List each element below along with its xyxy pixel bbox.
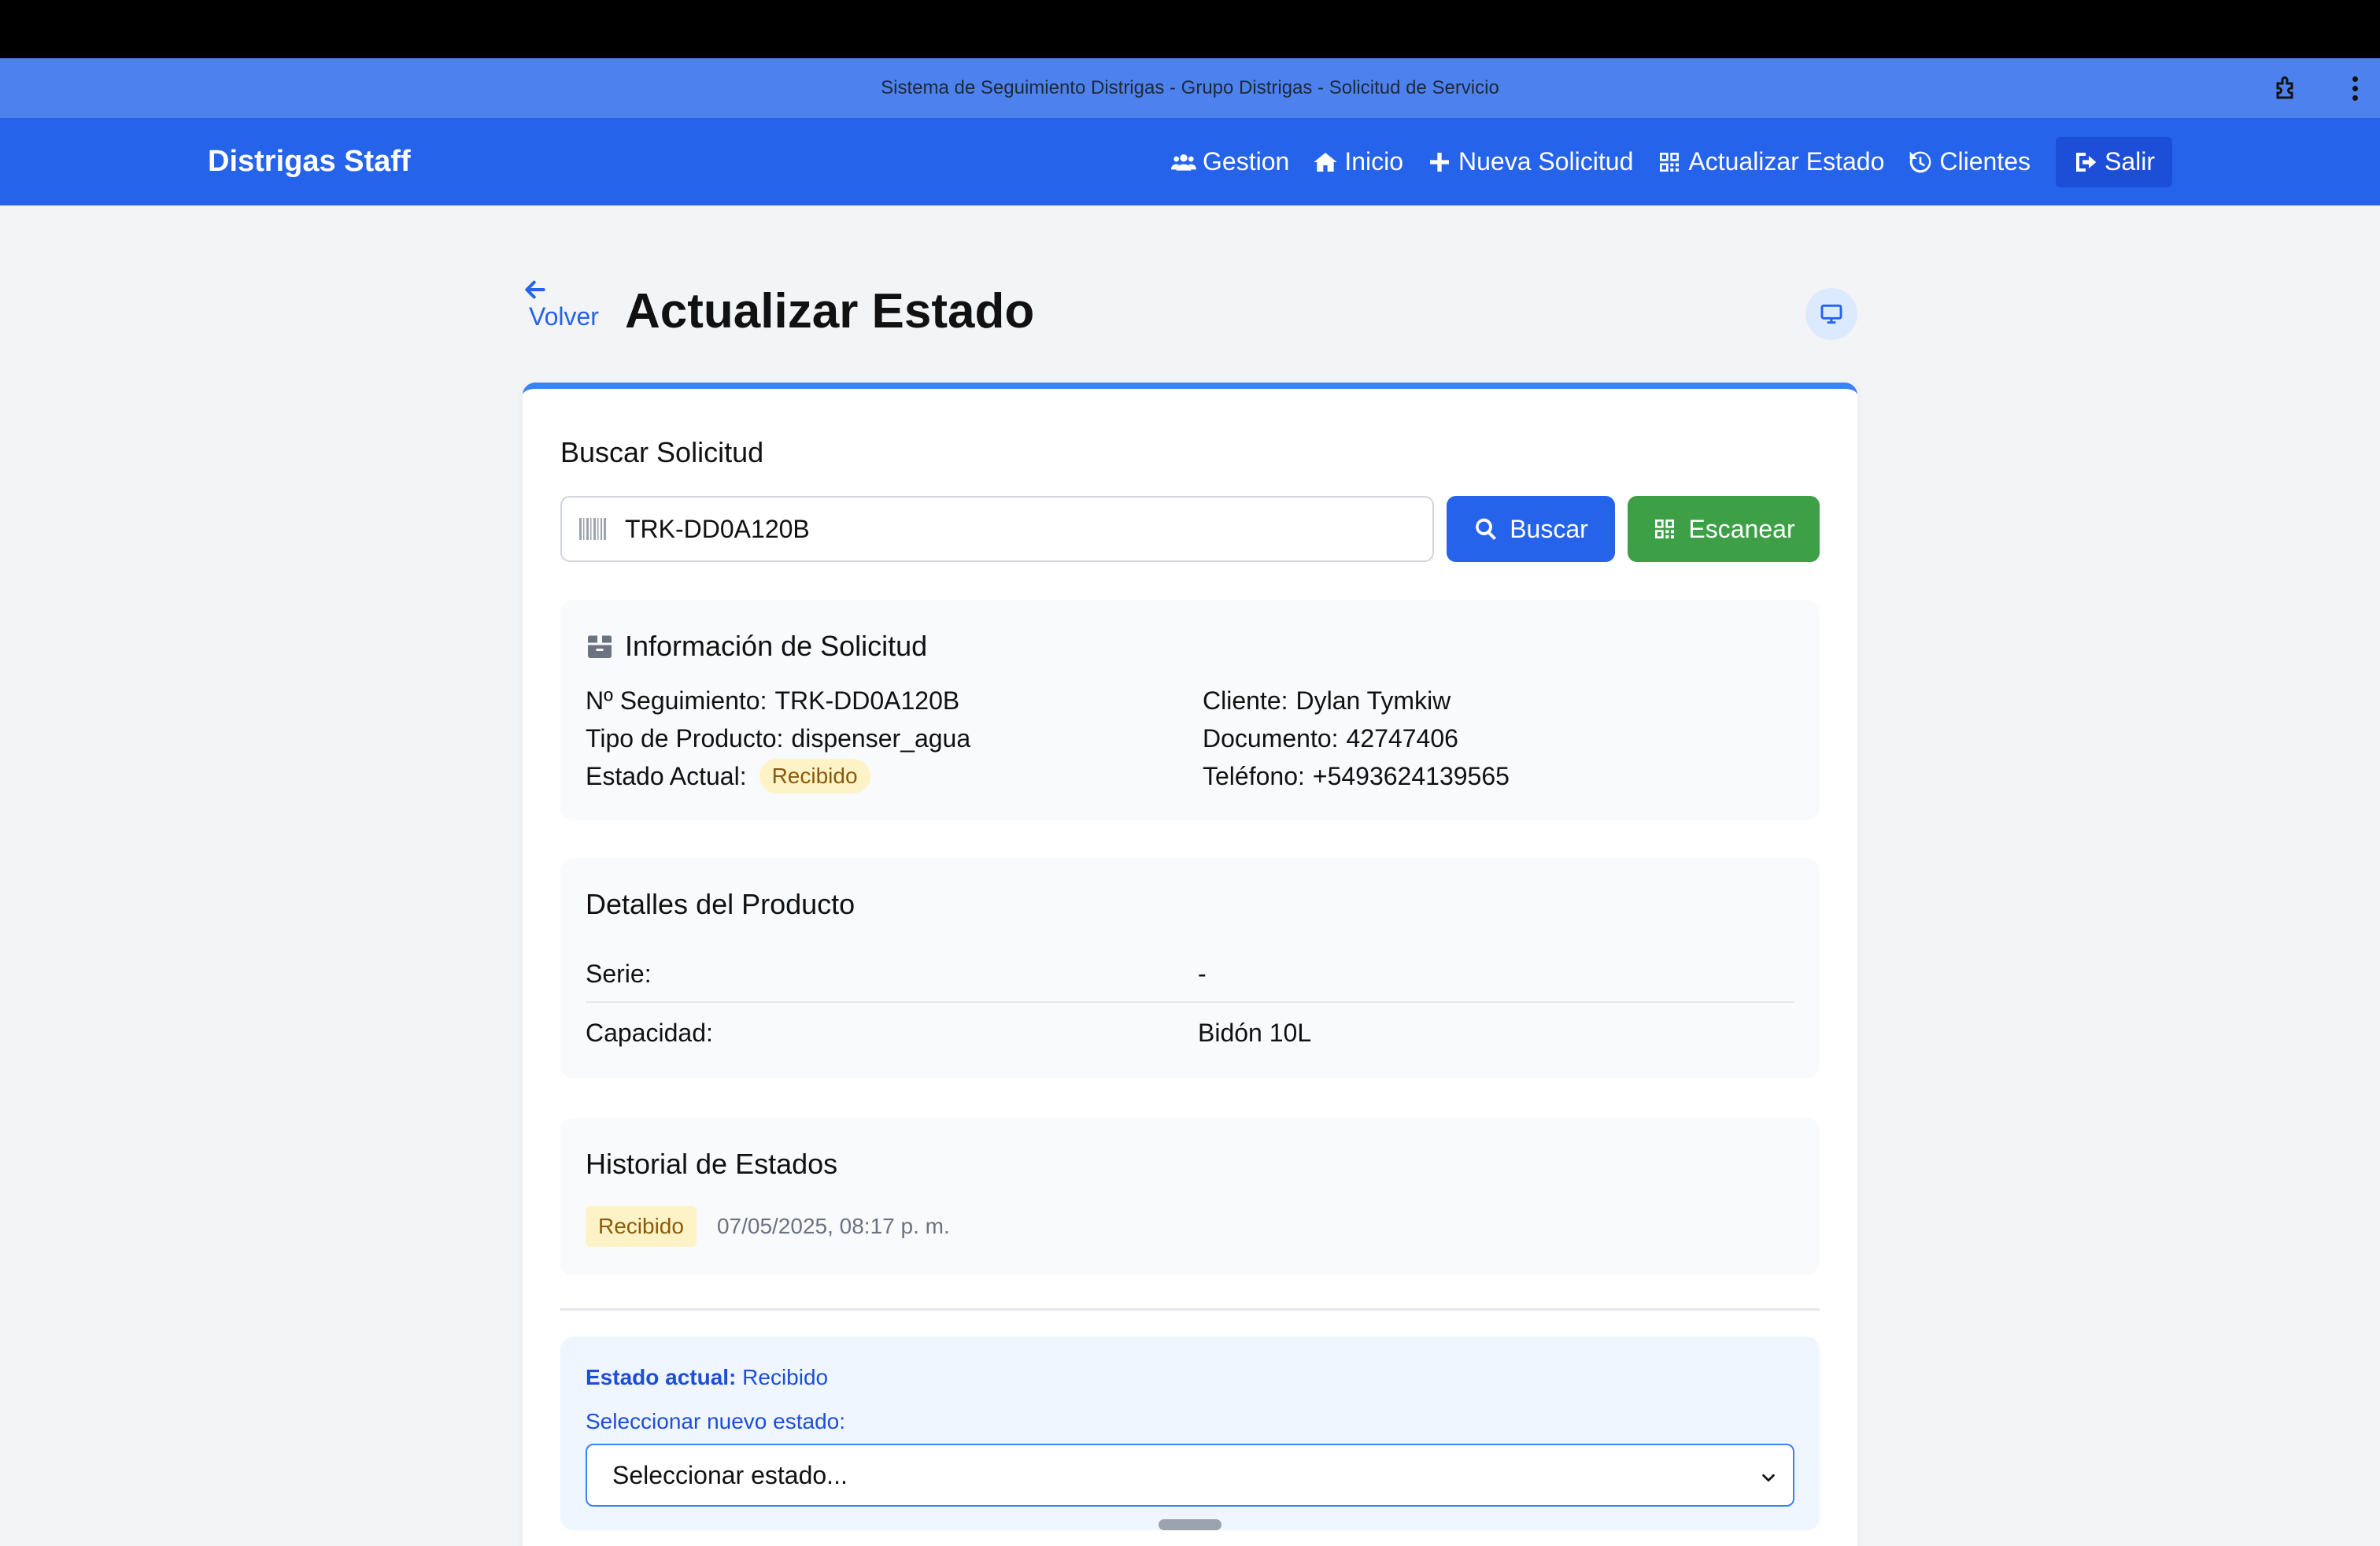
info-client: Cliente: Dylan Tymkiw — [1203, 686, 1451, 715]
product-details-title: Detalles del Producto — [586, 888, 856, 920]
nav-actualizar-estado-label: Actualizar Estado — [1688, 147, 1885, 176]
history-icon — [1910, 151, 1931, 172]
nav-nueva-solicitud-label: Nueva Solicitud — [1458, 147, 1634, 176]
request-info-title: Información de Solicitud — [586, 630, 927, 663]
back-link[interactable]: Volver — [523, 277, 601, 331]
qrcode-icon — [1655, 520, 1675, 538]
request-info-left: Nº Seguimiento: TRK-DD0A120B Tipo de Prod… — [586, 682, 970, 795]
status-history-title: Historial de Estados — [586, 1148, 838, 1180]
info-current-state: Estado Actual: Recibido — [586, 757, 970, 795]
more-options-icon[interactable] — [2350, 74, 2360, 102]
nav-clientes[interactable]: Clientes — [1908, 147, 2031, 176]
qrcode-icon — [1660, 152, 1680, 172]
nav-nueva-solicitud[interactable]: Nueva Solicitud — [1427, 147, 1633, 176]
request-info-title-text: Información de Solicitud — [625, 630, 928, 662]
update-status-card: Buscar Solicitud Buscar Escanear Informa… — [523, 383, 1857, 1546]
nav-salir-button[interactable]: Salir — [2055, 136, 2172, 187]
plus-icon — [1430, 152, 1450, 172]
nav-salir-label: Salir — [2104, 147, 2155, 176]
tracking-search-input[interactable] — [625, 514, 1333, 544]
current-state-text: Estado actual: Recibido — [586, 1365, 829, 1389]
puzzle-extension-icon[interactable] — [2273, 74, 2301, 102]
scan-button-label: Escanear — [1688, 514, 1795, 543]
search-icon — [1476, 518, 1497, 540]
users-icon — [1171, 153, 1197, 171]
nav-clientes-label: Clientes — [1939, 147, 2031, 176]
request-info-right: Cliente: Dylan Tymkiw Documento: 42747406 … — [1203, 682, 1510, 795]
new-state-label: Seleccionar nuevo estado: — [586, 1409, 845, 1433]
search-button-label: Buscar — [1510, 514, 1588, 543]
top-bezel — [0, 0, 2380, 58]
nav-inicio[interactable]: Inicio — [1313, 147, 1403, 176]
back-label: Volver — [529, 302, 599, 331]
state-update-panel: Estado actual: Recibido Seleccionar nuev… — [560, 1337, 1820, 1530]
info-document: Documento: 42747406 — [1203, 724, 1458, 753]
history-timestamp: 07/05/2025, 08:17 p. m. — [716, 1214, 950, 1238]
nav-gestion[interactable]: Gestion — [1171, 147, 1289, 176]
tracking-search-field[interactable] — [560, 496, 1434, 562]
search-button[interactable]: Buscar — [1447, 496, 1615, 562]
home-icon — [1314, 152, 1337, 172]
product-row-capacidad: Capacidad: Bidón 10L — [586, 1018, 1312, 1047]
display-mode-button[interactable] — [1805, 288, 1857, 340]
box-icon — [587, 635, 612, 658]
nav-actualizar-estado[interactable]: Actualizar Estado — [1657, 147, 1884, 176]
chevron-down-icon — [1762, 1474, 1775, 1482]
history-status-badge: Recibido — [586, 1206, 697, 1247]
scan-button[interactable]: Escanear — [1628, 496, 1820, 562]
monitor-icon — [1820, 304, 1842, 324]
brand-logo[interactable]: Distrigas Staff — [208, 118, 411, 205]
info-phone: Teléfono: +5493624139565 — [1203, 762, 1510, 790]
nav-inicio-label: Inicio — [1344, 147, 1404, 176]
info-tracking-number: Nº Seguimiento: TRK-DD0A120B — [586, 686, 960, 715]
search-section-title: Buscar Solicitud — [560, 436, 764, 468]
barcode-icon — [579, 518, 606, 540]
home-indicator[interactable] — [1159, 1519, 1221, 1530]
product-details-panel: Detalles del Producto Serie: - Capacidad… — [560, 858, 1820, 1078]
request-info-panel: Información de Solicitud Nº Seguimiento:… — [560, 600, 1820, 820]
new-state-select-value: Seleccionar estado... — [612, 1460, 848, 1489]
navbar: Distrigas Staff Gestion Inicio Nueva Sol… — [0, 118, 2380, 205]
sign-out-icon — [2075, 152, 2097, 172]
window-title-bar: Sistema de Seguimiento Distrigas - Grupo… — [0, 58, 2380, 118]
nav-gestion-label: Gestion — [1203, 147, 1290, 176]
info-product-type: Tipo de Producto: dispenser_agua — [586, 724, 971, 753]
status-badge: Recibido — [759, 759, 870, 793]
page-title: Actualizar Estado — [625, 284, 1035, 338]
product-row-serie: Serie: - — [586, 946, 1794, 1003]
nav-links: Gestion Inicio Nueva Solicitud Actualiza… — [1148, 118, 2172, 205]
new-state-select[interactable]: Seleccionar estado... — [586, 1444, 1794, 1507]
status-history-panel: Historial de Estados Recibido 07/05/2025… — [560, 1118, 1820, 1275]
section-divider — [560, 1308, 1820, 1311]
window-title: Sistema de Seguimiento Distrigas - Grupo… — [881, 77, 1499, 98]
arrow-left-icon — [525, 280, 545, 299]
history-entry: Recibido 07/05/2025, 08:17 p. m. — [586, 1206, 950, 1247]
